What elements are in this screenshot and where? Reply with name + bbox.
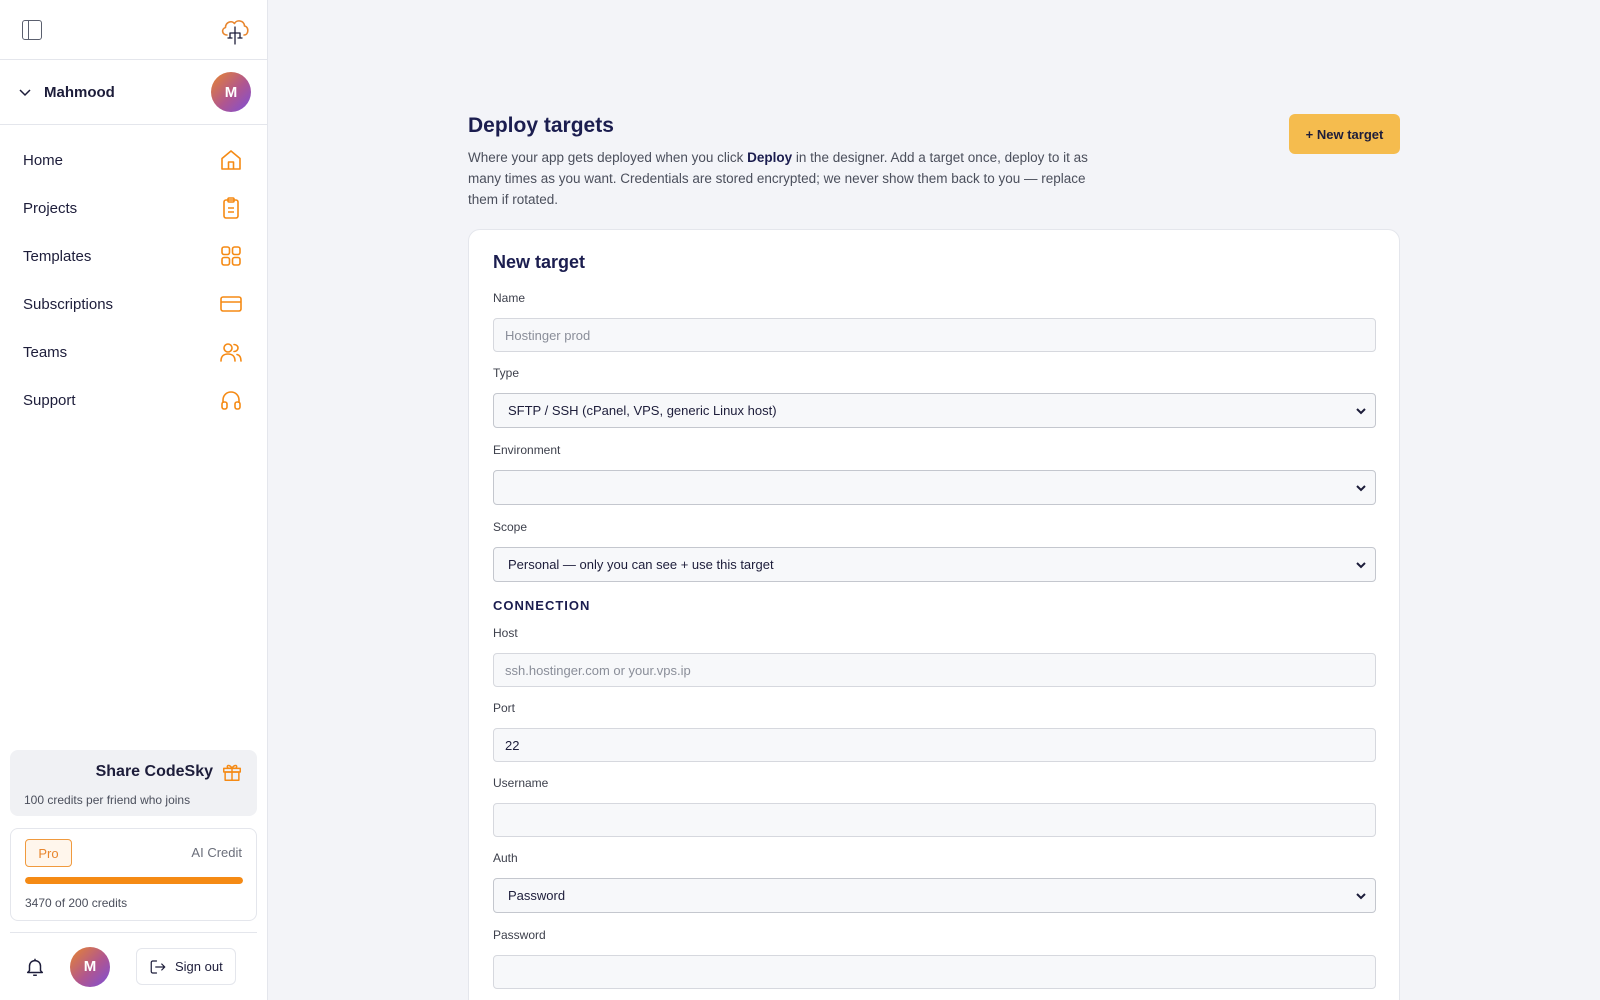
share-card[interactable]: Share CodeSky 100 credits per friend who… [10,750,257,816]
plan-badge[interactable]: Pro [25,839,72,867]
sidebar-item-projects[interactable]: Projects [0,184,267,232]
credit-card: Pro AI Credit 3470 of 200 credits [10,828,257,921]
chevron-down-icon [1356,562,1366,569]
users-icon [220,343,242,362]
host-label: Host [493,626,518,640]
chevron-down-icon [1356,408,1366,415]
type-label: Type [493,366,520,380]
auth-select[interactable]: Password [493,878,1376,913]
sign-out-label: Sign out [175,959,223,974]
gift-icon [223,764,241,781]
sidebar-item-label: Subscriptions [23,295,114,313]
home-icon [221,150,241,170]
sidebar-item-subscriptions[interactable]: Subscriptions [0,280,267,328]
environment-select[interactable] [493,470,1376,505]
connection-heading: CONNECTION [493,598,591,613]
host-input[interactable]: ssh.hostinger.com or your.vps.ip [493,653,1376,687]
sidebar-item-templates[interactable]: Templates [0,232,267,280]
share-title: Share CodeSky [95,763,213,780]
sidebar-item-label: Projects [23,199,78,217]
avatar[interactable]: M [211,72,251,112]
username-input[interactable] [493,803,1376,837]
auth-select-value: Password [508,888,566,903]
user-switcher[interactable]: Mahmood M [0,60,267,125]
footer-avatar[interactable]: M [70,946,110,987]
sidebar: Mahmood M Home Projects Templates Subscr… [0,0,268,1000]
cloud-logo-icon[interactable] [219,15,251,45]
page-description: Where your app gets deployed when you cl… [468,147,1118,210]
chevron-down-icon [1356,485,1366,492]
sidebar-item-label: Teams [23,343,68,361]
page-title: Deploy targets [468,114,614,137]
bell-icon[interactable] [24,956,46,978]
sidebar-item-support[interactable]: Support [0,376,267,424]
sidebar-item-label: Templates [23,247,92,265]
sidebar-toggle-icon[interactable] [22,19,42,40]
form-title: New target [493,252,586,272]
name-label: Name [493,291,526,305]
clipboard-icon [223,197,239,219]
page-description-text: Where your app gets deployed when you cl… [468,150,748,165]
name-input[interactable]: Hostinger prod [493,318,1376,352]
credit-card-icon [220,296,242,312]
credit-progress-bar [25,877,243,884]
new-target-form: New target Name Hostinger prod Type SFTP… [468,229,1400,1000]
username-label: Username [493,776,549,790]
port-label: Port [493,701,516,715]
password-label: Password [493,928,546,942]
sidebar-item-teams[interactable]: Teams [0,328,267,376]
sidebar-item-label: Support [23,391,76,409]
credit-text: 3470 of 200 credits [25,896,128,910]
sidebar-header [0,0,267,60]
scope-select-value: Personal — only you can see + use this t… [508,557,774,572]
type-select-value: SFTP / SSH (cPanel, VPS, generic Linux h… [508,403,777,418]
sidebar-item-home[interactable]: Home [0,136,267,184]
grid-icon [221,246,241,266]
auth-label: Auth [493,851,518,865]
credit-progress-fill [25,877,243,884]
sign-out-button[interactable]: Sign out [136,948,236,985]
scope-label: Scope [493,520,528,534]
sign-out-icon [150,959,166,974]
port-input[interactable]: 22 [493,728,1376,762]
sidebar-footer: M Sign out [10,932,257,1000]
share-subtitle: 100 credits per friend who joins [24,793,191,807]
password-input[interactable] [493,955,1376,989]
type-select[interactable]: SFTP / SSH (cPanel, VPS, generic Linux h… [493,393,1376,428]
new-target-button[interactable]: + New target [1289,114,1400,154]
sidebar-item-label: Home [23,151,64,169]
environment-label: Environment [493,443,561,457]
page-description-bold: Deploy [747,150,793,165]
scope-select[interactable]: Personal — only you can see + use this t… [493,547,1376,582]
sidebar-nav: Home Projects Templates Subscriptions Te… [0,125,267,424]
headphones-icon [221,391,241,410]
user-name: Mahmood [44,83,115,101]
chevron-down-icon [1356,893,1366,900]
chevron-down-icon [19,89,31,97]
ai-credit-label: AI Credit [191,845,242,860]
